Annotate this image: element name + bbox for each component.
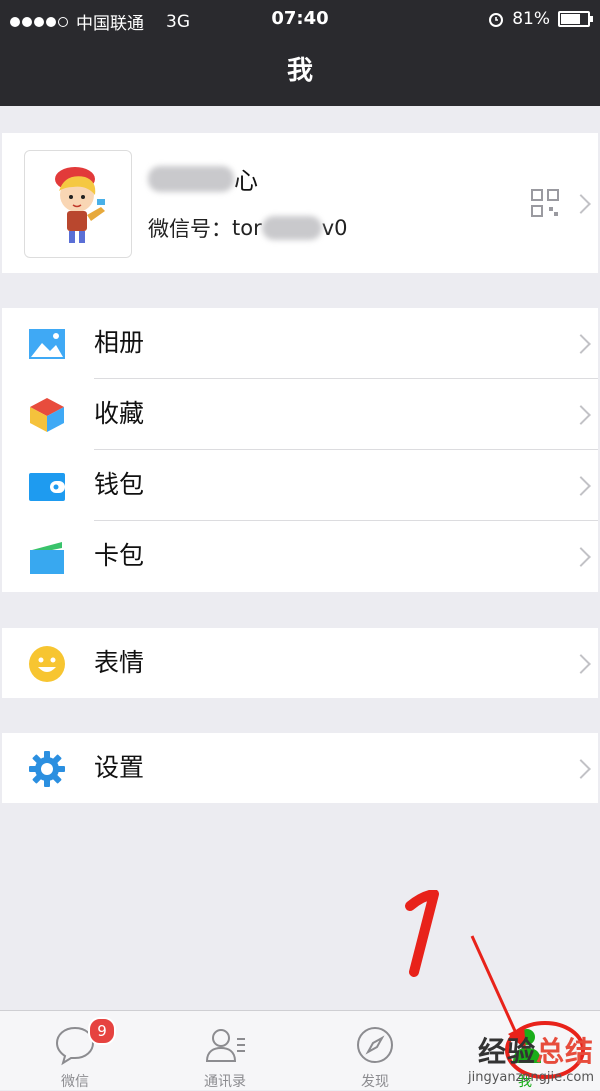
menu-group-2: 表情 [2,628,598,698]
watermark: 经验总结 jingyanzongjie.com [468,1030,594,1085]
favorites-icon [30,398,64,432]
compass-icon [357,1027,393,1063]
profile-name-visible: 心 [234,167,258,195]
menu-item-wallet[interactable]: 钱包 [2,450,598,520]
tab-chats[interactable]: 9 微信 [0,1011,150,1090]
watermark-title: 经验总结 [468,1030,594,1070]
chevron-right-icon [571,405,591,425]
album-icon [29,329,65,359]
contacts-icon [205,1029,245,1062]
menu-item-label: 设置 [94,753,145,782]
page-title: 我 [0,40,600,106]
tab-contacts[interactable]: 通讯录 [150,1011,300,1090]
chevron-right-icon [571,654,591,674]
redacted-name [148,165,234,192]
chevron-right-icon [571,547,591,567]
status-bar: 中国联通 3G 07:40 81% [0,0,600,40]
menu-item-label: 卡包 [94,541,145,570]
menu-item-settings[interactable]: 设置 [2,733,598,803]
tab-label: 通讯录 [204,1074,246,1090]
sticker-icon [29,646,65,682]
wallet-icon [29,473,65,501]
tab-label: 发现 [361,1074,389,1090]
profile-name: 心 [148,161,258,196]
qr-code-icon[interactable] [530,188,560,218]
profile-card[interactable]: 心 微信号： tor v0 [2,133,598,273]
menu-group-3: 设置 [2,733,598,803]
chevron-right-icon [571,334,591,354]
annotation-number-text: 1 [392,890,393,891]
cartoon-avatar-icon [55,167,105,243]
menu-item-label: 相册 [94,328,145,357]
menu-item-favorites[interactable]: 收藏 [2,379,598,449]
alarm-icon [489,13,504,27]
watermark-text-b: 总结 [535,1035,594,1068]
card-pack-icon [30,542,64,574]
avatar[interactable] [24,150,132,258]
battery-percent: 81% [512,9,550,29]
unread-badge: 9 [88,1017,116,1045]
tab-label: 微信 [61,1074,89,1090]
wechat-id: 微信号： tor v0 [148,213,348,243]
chevron-right-icon [571,759,591,779]
chevron-right-icon [571,476,591,496]
wechat-id-prefix: tor [232,216,262,240]
annotation-number-one: 1 [392,890,439,977]
menu-item-label: 收藏 [94,399,145,428]
wechat-id-label: 微信号： [148,217,232,241]
menu-item-label: 钱包 [94,470,145,499]
menu-item-label: 表情 [94,648,145,677]
wechat-id-suffix: v0 [321,216,348,240]
menu-group-1: 相册 收藏 钱包 卡包 [2,308,598,592]
redacted-id [261,216,322,240]
battery-icon [558,11,593,27]
menu-item-stickers[interactable]: 表情 [2,628,598,698]
chevron-right-icon [571,194,591,214]
menu-item-card-pack[interactable]: 卡包 [2,521,598,591]
settings-icon [29,751,65,787]
tab-discover[interactable]: 发现 [300,1011,450,1090]
watermark-text-a: 经验 [477,1035,536,1068]
watermark-url: jingyanzongjie.com [467,1070,594,1085]
status-right: 81% [488,9,593,29]
menu-item-album[interactable]: 相册 [2,308,598,378]
